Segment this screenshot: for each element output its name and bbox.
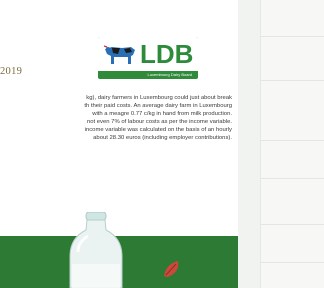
article-line: income variable was calculated on the ba… [84, 127, 232, 133]
side-panel [238, 0, 324, 288]
leaf-icon [164, 261, 179, 277]
article-line: th their paid costs. An average dairy fa… [84, 103, 232, 109]
article-line: kg), dairy farmers in Luxembourg could j… [86, 95, 232, 101]
ldb-logo: LDB Luxembourg Dairy Board [98, 37, 198, 79]
logo-wordmark: LDB [140, 39, 194, 69]
article-year: 2019 [0, 66, 23, 77]
milk-bottle-icon [69, 212, 123, 288]
article-line: about 28.30 euros (including employer co… [93, 135, 232, 141]
logo-subtitle: Luxembourg Dairy Board [147, 72, 192, 77]
document-page: LDB Luxembourg Dairy Board 2019 kg), dai… [0, 0, 238, 288]
cow-icon [102, 41, 138, 67]
article-line: not even 7% of labour costs as per the i… [86, 119, 232, 125]
article-line: with a meagre 0.77 c/kg in hand from mil… [92, 111, 232, 117]
